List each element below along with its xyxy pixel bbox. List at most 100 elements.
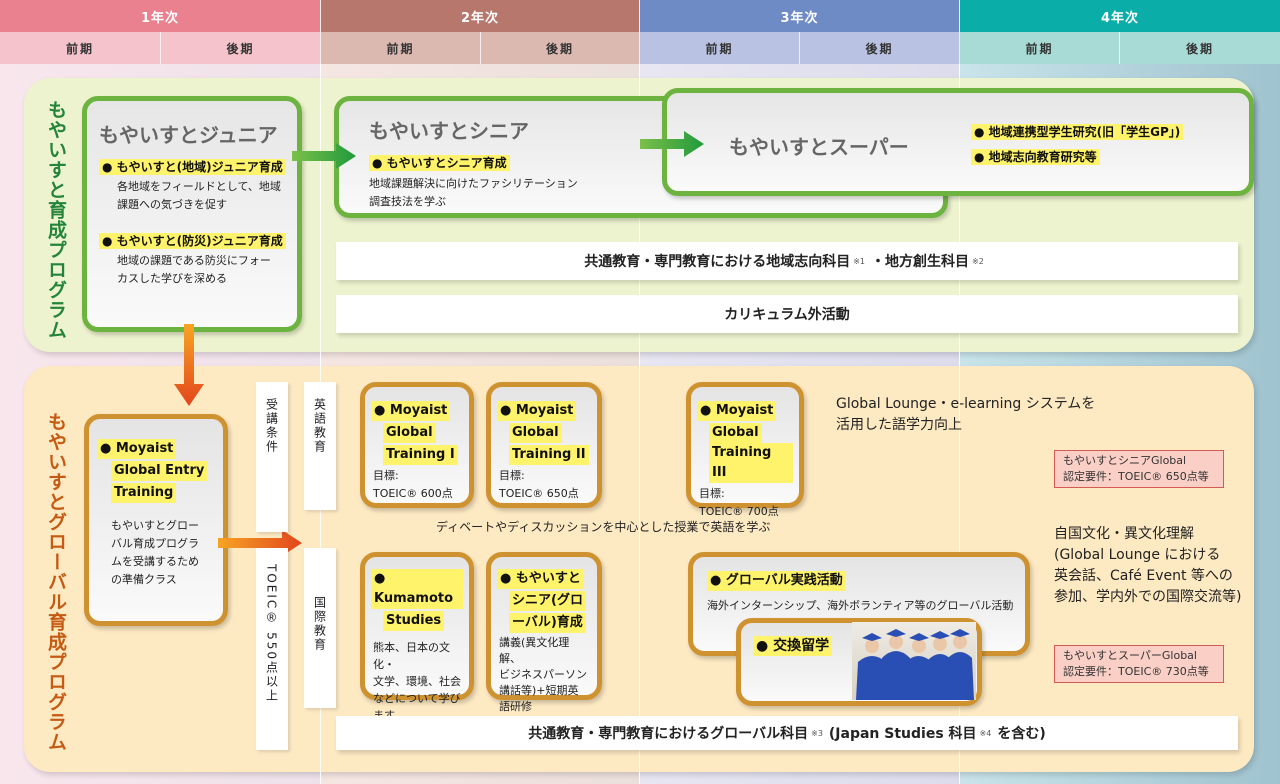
practice-label: ● グローバル実践活動	[707, 571, 846, 591]
term-header: 前期	[0, 32, 160, 64]
junior-item-desc: 各地域をフィールドとして、地域	[117, 180, 281, 193]
footnote-marker: ※2	[972, 256, 984, 266]
senior-global-label: ーバル)育成	[509, 613, 586, 633]
bar-text: を含む)	[997, 726, 1046, 742]
senior-item-label: ● もやいすとシニア育成	[369, 155, 510, 171]
training-box: ● Moyaist Global Training I 目標: TOEIC® 6…	[360, 382, 474, 508]
practice-desc: 海外インターンシップ、海外ボランティア等のグローバル活動	[707, 599, 1014, 612]
kumamoto-desc: 熊本、日本の文化・	[373, 641, 450, 671]
senior-global-desc: ビジネスパーソン	[499, 668, 587, 681]
training-goal: TOEIC® 650点	[499, 487, 579, 500]
entry-desc: の準備クラス	[111, 573, 177, 586]
training-label: Global	[509, 423, 562, 443]
cert-title: もやいすとスーパーGlobal	[1063, 649, 1197, 662]
kumamoto-desc: 文学、環境、社会	[373, 675, 461, 688]
requirement-header-text: 受講条件	[264, 398, 279, 454]
extracurricular-bar: カリキュラム外活動	[336, 295, 1238, 333]
entry-desc: もやいすとグロー	[111, 519, 199, 532]
kumamoto-desc: などについて学び	[373, 692, 461, 705]
junior-item-desc: 地域の課題である防災にフォー	[117, 254, 271, 267]
entry-label: Global Entry	[111, 461, 208, 481]
cert-title: もやいすとシニアGlobal	[1063, 454, 1187, 467]
footnote-marker: ※3	[811, 728, 823, 738]
graduates-image-icon	[856, 629, 974, 700]
senior-global-desc: 語研修	[499, 700, 532, 713]
global-program-title: もやいすとグローバル育成プログラム	[45, 412, 67, 752]
lounge-text-line: 活用した語学力向上	[836, 417, 962, 433]
training-goal-label: 目標:	[499, 469, 525, 482]
super-title: もやいすとスーパー	[729, 135, 909, 159]
kumamoto-label: Studies	[383, 611, 445, 631]
year-header-4: 4年次	[960, 0, 1280, 32]
senior-global-label: ● もやいすと	[497, 569, 584, 589]
english-education-text: 英語教育	[312, 398, 327, 454]
bar-text: (Japan Studies 科目	[828, 726, 977, 742]
super-item: ● 地域連携型学生研究(旧「学生GP」)	[971, 124, 1184, 140]
training-label: Training II	[509, 445, 589, 465]
lounge-text: Global Lounge・e-learning システムを 活用した語学力向上	[836, 394, 1095, 436]
training-label: ● Moyaist	[371, 401, 451, 421]
junior-item-label: ● もやいすと(防災)ジュニア育成	[99, 233, 286, 249]
junior-item-desc: 課題への気づきを促す	[117, 198, 227, 211]
junior-item-label: ● もやいすと(地域)ジュニア育成	[99, 159, 286, 175]
entry-label: Training	[111, 483, 177, 503]
culture-text-line: (Global Lounge における	[1054, 547, 1221, 563]
senior-global-cert: もやいすとシニアGlobal 認定要件：TOEIC® 650点等	[1054, 450, 1224, 488]
senior-global-desc: 講義(異文化理解、	[499, 636, 570, 665]
exchange-label: ● 交換留学	[753, 636, 833, 656]
senior-global-label: シニア(グロ	[509, 591, 586, 611]
cert-requirement: 認定要件：TOEIC® 730点等	[1063, 665, 1209, 678]
junior-box: もやいすとジュニア ● もやいすと(地域)ジュニア育成 各地域をフィールドとして…	[82, 96, 302, 332]
graduates-photo	[852, 622, 976, 700]
entry-desc: ムを受講するため	[111, 555, 199, 568]
term-header: 後期	[161, 32, 320, 64]
term-header: 後期	[1120, 32, 1280, 64]
english-note: ディベートやディスカッションを中心とした授業で英語を学ぶ	[436, 520, 771, 534]
training-box: ● Moyaist Global Training III 目標: TOEIC®…	[686, 382, 804, 518]
global-subjects-bar: 共通教育・専門教育におけるグローバル科目 ※3 (Japan Studies 科…	[336, 716, 1238, 750]
year-header-1: 1年次	[0, 0, 320, 32]
term-header: 前期	[640, 32, 799, 64]
training-label: Training I	[383, 445, 458, 465]
requirement-value-text: TOEIC® 550点以上	[264, 564, 279, 703]
footnote-marker: ※1	[853, 256, 865, 266]
international-education-label: 国際教育	[304, 548, 336, 708]
entry-desc: バル育成プログラ	[111, 537, 199, 550]
training-label: Global	[383, 423, 436, 443]
requirement-header: 受講条件	[256, 382, 288, 532]
training-goal: TOEIC® 600点	[373, 487, 453, 500]
super-global-cert: もやいすとスーパーGlobal 認定要件：TOEIC® 730点等	[1054, 645, 1224, 683]
bar-text: ・地方創生科目	[871, 254, 969, 270]
culture-text-line: 自国文化・異文化理解	[1054, 526, 1194, 542]
arrow-right-icon	[292, 143, 356, 169]
junior-title: もやいすとジュニア	[99, 123, 278, 147]
lounge-text-line: Global Lounge・e-learning システムを	[836, 396, 1096, 412]
culture-text-line: 参加、学内外での国際交流等)	[1054, 589, 1242, 605]
footnote-marker: ※4	[979, 728, 992, 738]
super-box: もやいすとスーパー ● 地域連携型学生研究(旧「学生GP」) ● 地域志向教育研…	[662, 88, 1254, 196]
term-header: 後期	[481, 32, 639, 64]
senior-global-box: ● もやいすと シニア(グロ ーバル)育成 講義(異文化理解、 ビジネスパーソン…	[486, 552, 602, 713]
kumamoto-label: ● Kumamoto	[371, 569, 463, 609]
arrow-right-icon	[640, 131, 704, 157]
bar-text: カリキュラム外活動	[724, 307, 850, 323]
kumamoto-studies-box: ● Kumamoto Studies 熊本、日本の文化・ 文学、環境、社会 など…	[360, 552, 474, 722]
bar-text: 共通教育・専門教育におけるグローバル科目	[528, 726, 809, 742]
training-label: Global	[709, 423, 762, 443]
cert-requirement: 認定要件：TOEIC® 650点等	[1063, 470, 1209, 483]
term-header: 前期	[960, 32, 1119, 64]
junior-item-desc: カスした学びを深める	[117, 272, 227, 285]
training-box: ● Moyaist Global Training II 目標: TOEIC® …	[486, 382, 602, 508]
regional-subjects-bar: 共通教育・専門教育における地域志向科目 ※1 ・地方創生科目 ※2	[336, 242, 1238, 280]
entry-label: ● Moyaist	[97, 439, 177, 459]
year-header-3: 3年次	[640, 0, 959, 32]
entry-training-box: ● Moyaist Global Entry Training もやいすとグロー…	[84, 414, 228, 626]
training-label: ● Moyaist	[697, 401, 777, 421]
year-header-2: 2年次	[321, 0, 639, 32]
moyaist-program-title: もやいすと育成プログラム	[45, 100, 67, 340]
culture-text: 自国文化・異文化理解 (Global Lounge における 英会話、Café …	[1054, 524, 1241, 608]
english-education-label: 英語教育	[304, 382, 336, 510]
training-label: Training III	[709, 443, 793, 483]
term-header: 後期	[800, 32, 959, 64]
arrow-down-icon	[174, 324, 204, 406]
